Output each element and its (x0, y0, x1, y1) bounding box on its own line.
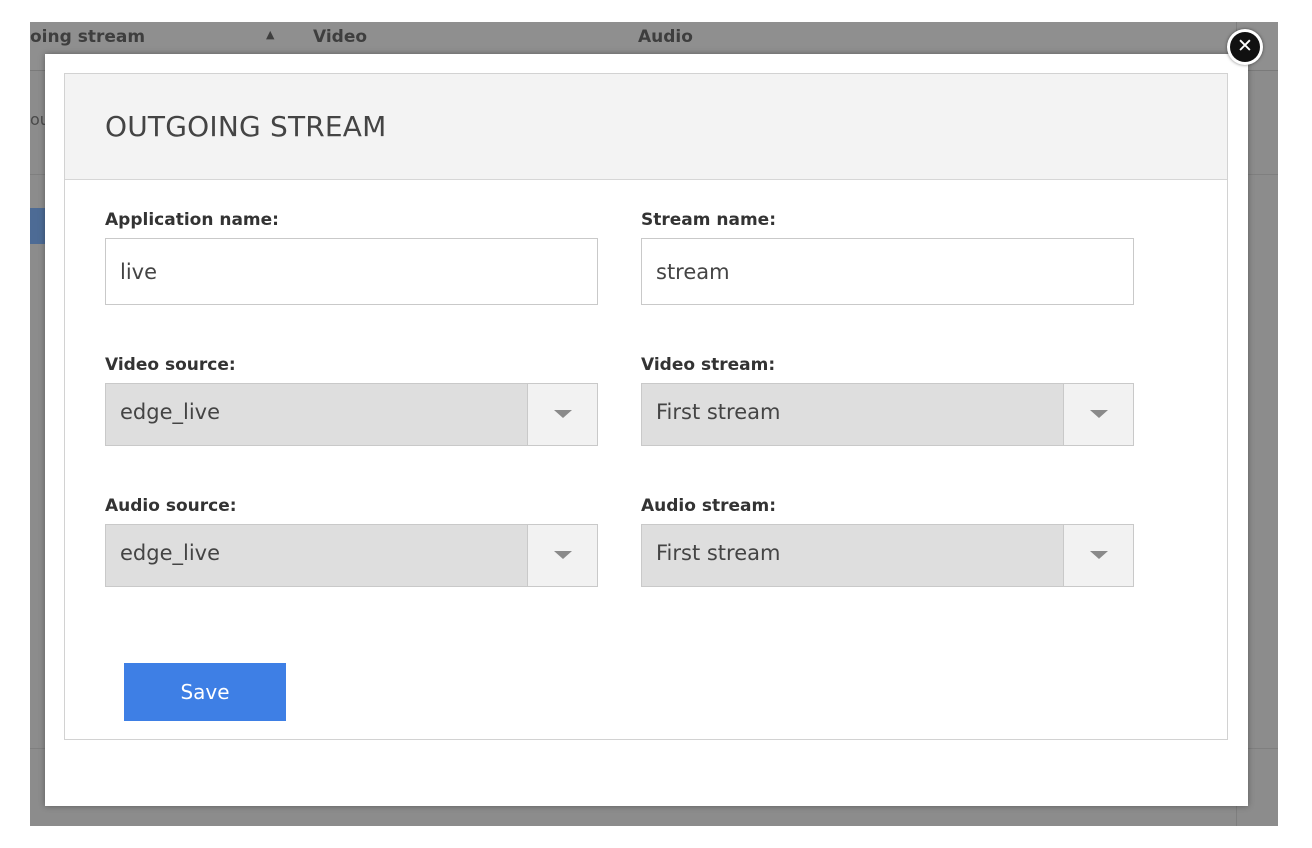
audio-stream-dropdown-button[interactable] (1063, 525, 1133, 586)
video-stream-value: First stream (656, 400, 781, 424)
video-stream-label: Video stream: (641, 355, 776, 375)
chevron-down-icon (554, 551, 572, 559)
column-header-outgoing-stream[interactable]: oing stream (30, 27, 145, 47)
audio-stream-label: Audio stream: (641, 496, 776, 516)
video-source-label: Video source: (105, 355, 236, 375)
chevron-down-icon (554, 410, 572, 418)
video-source-value: edge_live (120, 400, 221, 424)
video-source-dropdown-button[interactable] (527, 384, 597, 445)
save-button[interactable]: Save (124, 663, 286, 721)
video-source-select[interactable]: edge_live (105, 383, 598, 446)
audio-stream-value: First stream (656, 541, 781, 565)
application-name-input[interactable] (105, 238, 598, 305)
close-icon: ✕ (1230, 32, 1260, 62)
column-header-video[interactable]: Video (313, 27, 367, 47)
sort-ascending-icon: ▲ (266, 28, 275, 41)
outgoing-stream-dialog: OUTGOING STREAM Application name: Stream… (45, 54, 1248, 806)
column-header-audio[interactable]: Audio (638, 27, 693, 47)
stream-name-input[interactable] (641, 238, 1134, 305)
dialog-title: OUTGOING STREAM (105, 110, 387, 143)
audio-source-value: edge_live (120, 541, 221, 565)
dialog-panel: OUTGOING STREAM Application name: Stream… (64, 73, 1228, 740)
video-stream-dropdown-button[interactable] (1063, 384, 1133, 445)
background-row-text: ou (30, 110, 46, 129)
chevron-down-icon (1090, 551, 1108, 559)
audio-stream-select[interactable]: First stream (641, 524, 1134, 587)
audio-source-label: Audio source: (105, 496, 237, 516)
audio-source-select[interactable]: edge_live (105, 524, 598, 587)
dialog-header: OUTGOING STREAM (65, 74, 1227, 180)
audio-source-dropdown-button[interactable] (527, 525, 597, 586)
video-stream-select[interactable]: First stream (641, 383, 1134, 446)
stream-name-label: Stream name: (641, 210, 777, 230)
application-name-label: Application name: (105, 210, 279, 230)
close-dialog-button[interactable]: ✕ (1227, 29, 1263, 65)
chevron-down-icon (1090, 410, 1108, 418)
background-selected-row-marker (30, 208, 46, 244)
